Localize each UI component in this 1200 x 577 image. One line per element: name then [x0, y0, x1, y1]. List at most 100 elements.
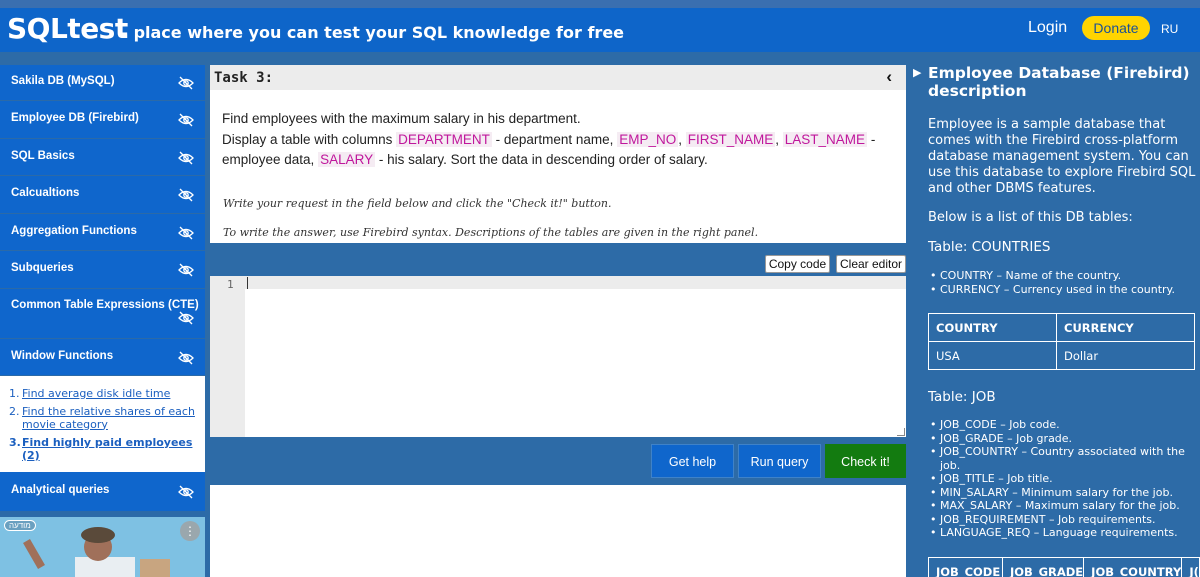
language-switch[interactable]: RU [1161, 22, 1178, 36]
task-link-1[interactable]: 1. Find average disk idle time [9, 387, 202, 401]
task-text: - department name, [495, 131, 614, 147]
field-item: • MAX_SALARY – Maximum salary for the job… [930, 499, 1198, 513]
table-header-row: COUNTRY CURRENCY [928, 313, 1195, 342]
run-query-button[interactable]: Run query [738, 444, 821, 478]
field-text: JOB_GRADE – Job grade. [940, 431, 1073, 445]
keyword-department: DEPARTMENT [396, 131, 492, 147]
field-item: • JOB_GRADE – Job grade. [930, 432, 1198, 446]
check-it-button[interactable]: Check it! [825, 444, 906, 478]
site-tagline: – place where you can test your SQL know… [120, 23, 625, 42]
eye-slash-icon[interactable] [178, 151, 194, 165]
field-text: JOB_TITLE – Job title. [940, 472, 1053, 485]
line-number: 1 [227, 278, 234, 291]
table-cell: USA [928, 341, 1057, 370]
task-link-3-active[interactable]: 3. Find highly paid employees (2) [9, 436, 202, 462]
login-link[interactable]: Login [1028, 19, 1067, 37]
field-text: JOB_CODE – Job code. [940, 418, 1060, 431]
task-number: 1. [9, 387, 20, 400]
field-text: LANGUAGE_REQ – Language requirements. [940, 526, 1178, 539]
sidebar-item-sql-basics[interactable]: SQL Basics [0, 139, 205, 176]
field-item: • JOB_REQUIREMENT – Job requirements. [930, 513, 1198, 527]
field-item: • JOB_TITLE – Job title. [930, 472, 1198, 486]
task-link-label: Find average disk idle time [22, 387, 171, 400]
collapse-triangle-icon[interactable]: ▶ [913, 66, 921, 79]
task-line-1: Find employees with the maximum salary i… [222, 111, 581, 126]
site-logo[interactable]: SQLtest [7, 12, 128, 45]
chevron-left-icon[interactable]: ‹ [886, 67, 892, 87]
advertisement[interactable]: מודעה ⋮ [0, 517, 205, 577]
task-line-3: employee data, SALARY - his salary. Sort… [222, 150, 902, 171]
keyword-salary: SALARY [318, 152, 376, 167]
job-table: JOB_CODE JOB_GRADE JOB_COUNTRY J( [928, 557, 1200, 577]
task-header: Task 3: ‹ [210, 65, 906, 90]
sidebar-item-label: SQL Basics [11, 150, 75, 162]
sql-editor[interactable]: 1 [210, 276, 906, 437]
copy-code-button[interactable]: Copy code [765, 255, 830, 273]
countries-table: COUNTRY CURRENCY USA Dollar [928, 313, 1195, 370]
job-heading: Table: JOB [928, 389, 996, 405]
task-description: Find employees with the maximum salary i… [222, 109, 902, 171]
eye-slash-icon[interactable] [178, 113, 194, 127]
table-header-cell: JOB_GRADE [1001, 557, 1085, 577]
eye-slash-icon[interactable] [178, 76, 194, 90]
sidebar-item-calculations[interactable]: Calcualtions [0, 176, 205, 214]
table-header-row: JOB_CODE JOB_GRADE JOB_COUNTRY J( [928, 557, 1200, 577]
eye-slash-icon[interactable] [178, 485, 194, 499]
countries-fields: • COUNTRY – Name of the country. • CURRENC… [930, 269, 1198, 296]
task-text: - his salary. Sort the data in descendin… [378, 152, 708, 167]
eye-slash-icon[interactable] [178, 188, 194, 202]
field-text: JOB_COUNTRY – Country associated with th… [940, 445, 1185, 472]
table-header-cell: J( [1181, 557, 1200, 577]
active-line[interactable] [245, 276, 906, 289]
sidebar-item-label: Aggregation Functions [11, 225, 137, 237]
eye-slash-icon[interactable] [178, 311, 194, 325]
field-text: MIN_SALARY – Minimum salary for the job. [940, 485, 1173, 499]
donate-button[interactable]: Donate [1082, 16, 1150, 40]
eye-slash-icon[interactable] [178, 263, 194, 277]
countries-heading: Table: COUNTRIES [928, 239, 1051, 255]
field-item: • CURRENCY – Currency used in the country… [930, 283, 1198, 297]
keyword-emp-no: EMP_NO [617, 131, 679, 147]
sidebar-item-window-functions[interactable]: Window Functions [0, 339, 205, 376]
sidebar-item-subqueries[interactable]: Subqueries [0, 251, 205, 289]
table-cell: Dollar [1056, 341, 1195, 370]
sidebar-item-employee-db[interactable]: Employee DB (Firebird) [0, 101, 205, 139]
query-result-area [210, 485, 906, 577]
task-panel: Task 3: ‹ Find employees with the maximu… [210, 65, 906, 243]
sidebar-item-aggregation-functions[interactable]: Aggregation Functions [0, 214, 205, 251]
field-text: JOB_REQUIREMENT – Job requirements. [940, 512, 1156, 526]
field-item: • MIN_SALARY – Minimum salary for the job… [930, 486, 1198, 500]
sidebar-item-sakila-db[interactable]: Sakila DB (MySQL) [0, 65, 205, 101]
task-hint-1: Write your request in the field below an… [223, 197, 612, 210]
task-number: 3. [9, 436, 21, 449]
db-title: Employee Database (Firebird) description [928, 64, 1190, 100]
field-text: MAX_SALARY – Maximum salary for the job. [940, 499, 1180, 512]
task-hint-2: To write the answer, use Firebird syntax… [223, 226, 759, 239]
sidebar-item-analytical-queries[interactable]: Analytical queries [0, 472, 205, 512]
sidebar-item-cte[interactable]: Common Table Expressions (CTE) [0, 289, 205, 339]
clear-editor-button[interactable]: Clear editor [836, 255, 906, 273]
table-header-cell: JOB_COUNTRY [1083, 557, 1183, 577]
table-row: USA Dollar [928, 341, 1195, 370]
task-line-2: Display a table with columns DEPARTMENT … [222, 131, 876, 147]
task-link-2[interactable]: 2. Find the relative shares of each movi… [9, 405, 202, 431]
field-text: CURRENCY – Currency used in the country. [940, 282, 1175, 296]
editor-gutter: 1 [210, 276, 245, 437]
field-item: • JOB_COUNTRY – Country associated with t… [930, 445, 1198, 472]
eye-slash-icon[interactable] [178, 351, 194, 365]
header: SQLtest – place where you can test your … [0, 8, 1200, 52]
task-number: 2. [9, 405, 20, 418]
task-link-label: Find the relative shares of each movie c… [22, 405, 195, 431]
task-link-label: Find highly paid employees (2) [22, 436, 193, 462]
field-item: • JOB_CODE – Job code. [930, 418, 1198, 432]
field-text: COUNTRY – Name of the country. [940, 269, 1122, 282]
table-header-cell: COUNTRY [928, 313, 1057, 342]
eye-slash-icon[interactable] [178, 226, 194, 240]
sidebar-item-label: Subqueries [11, 262, 74, 274]
get-help-button[interactable]: Get help [651, 444, 734, 478]
keyword-last-name: LAST_NAME [782, 131, 868, 147]
sidebar-item-label: Sakila DB (MySQL) [11, 75, 115, 87]
table-header-cell: JOB_CODE [928, 557, 1003, 577]
sidebar-item-label: Analytical queries [11, 484, 110, 496]
resize-handle-icon[interactable] [897, 428, 905, 436]
